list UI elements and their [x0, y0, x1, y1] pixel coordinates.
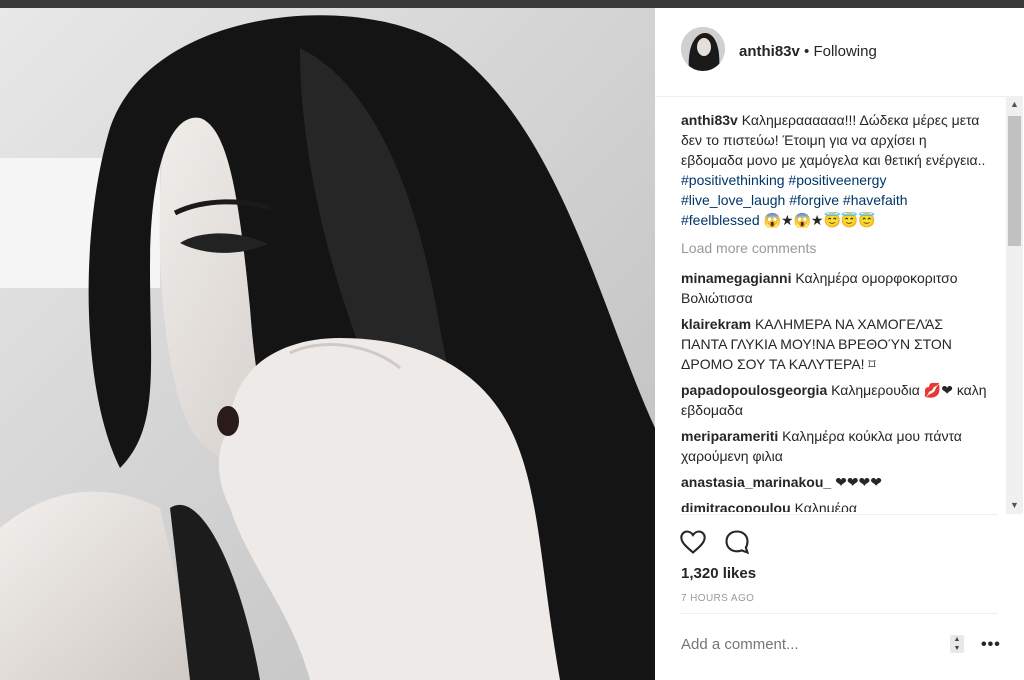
post-photo[interactable]: [0, 8, 655, 680]
comments-scrollbar[interactable]: ▲ ▼: [1006, 96, 1023, 514]
avatar-image: [681, 27, 725, 71]
comment-username[interactable]: dimitracopoulou: [681, 500, 791, 512]
list-item: papadopoulosgeorgia Καλημερουδια 💋❤ καλη…: [681, 380, 989, 420]
scrollbar-thumb[interactable]: [1008, 116, 1021, 246]
post-details-panel: anthi83v • Following anthi83v Καλημερααα…: [655, 8, 1024, 680]
caption-username[interactable]: anthi83v: [681, 112, 738, 128]
hashtag[interactable]: #feelblessed: [681, 212, 760, 228]
post-timestamp[interactable]: 7 HOURS AGO: [681, 593, 754, 604]
hashtag[interactable]: #positiveenergy: [788, 172, 886, 188]
following-status[interactable]: • Following: [804, 43, 877, 60]
photo-image: [0, 8, 655, 680]
comment-text: ❤❤❤❤: [835, 474, 883, 490]
post-header: anthi83v • Following: [655, 8, 1012, 97]
arrow-down-icon[interactable]: ▼: [1006, 497, 1023, 514]
hashtag[interactable]: #havefaith: [843, 192, 908, 208]
hashtag[interactable]: #positivethinking: [681, 172, 785, 188]
divider: [681, 514, 998, 515]
load-more-comments-link[interactable]: Load more comments: [681, 238, 989, 258]
add-comment-input[interactable]: [681, 636, 931, 653]
comment-username[interactable]: meriparameriti: [681, 428, 778, 444]
resize-handle-icon[interactable]: ▲ ▼: [950, 635, 964, 653]
comment-username[interactable]: papadopoulosgeorgia: [681, 382, 827, 398]
comments-list: anthi83v Καλημεραααααα!!! Δώδεκα μέρες μ…: [681, 110, 989, 512]
heart-icon[interactable]: [679, 528, 709, 558]
window-top-bar: [0, 0, 1024, 8]
hashtag[interactable]: #live_love_laugh: [681, 192, 785, 208]
more-options-button[interactable]: •••: [981, 636, 1001, 654]
comment-username[interactable]: minamegagianni: [681, 270, 791, 286]
list-item: meriparameriti Καλημέρα κούκλα μου πάντα…: [681, 426, 989, 466]
avatar[interactable]: [681, 27, 725, 71]
header-text: anthi83v • Following: [739, 43, 877, 60]
list-item: klairekram ΚΑΛΗΜΕΡΑ ΝΑ ΧΑΜΟΓΕΛΆΣ ΠΑΝΤΑ Γ…: [681, 314, 989, 374]
caption: anthi83v Καλημεραααααα!!! Δώδεκα μέρες μ…: [681, 110, 989, 230]
list-item: minamegagianni Καλημέρα ομορφοκοριτσο Βο…: [681, 268, 989, 308]
likes-count[interactable]: 1,320 likes: [681, 565, 756, 582]
hashtag[interactable]: #forgive: [789, 192, 839, 208]
comment-username[interactable]: klairekram: [681, 316, 751, 332]
caption-emoji: 😱★😱★😇😇😇: [763, 212, 876, 228]
post-actions: [679, 528, 763, 558]
comment-bubble-icon[interactable]: [723, 528, 753, 558]
comment-text: Καλημέρα: [794, 500, 857, 512]
divider: [681, 613, 998, 614]
list-item: anastasia_marinakou_ ❤❤❤❤: [681, 472, 989, 492]
comment-username[interactable]: anastasia_marinakou_: [681, 474, 831, 490]
header-username[interactable]: anthi83v: [739, 43, 800, 60]
list-item: dimitracopoulou Καλημέρα: [681, 498, 989, 512]
arrow-up-icon[interactable]: ▲: [1006, 96, 1023, 113]
